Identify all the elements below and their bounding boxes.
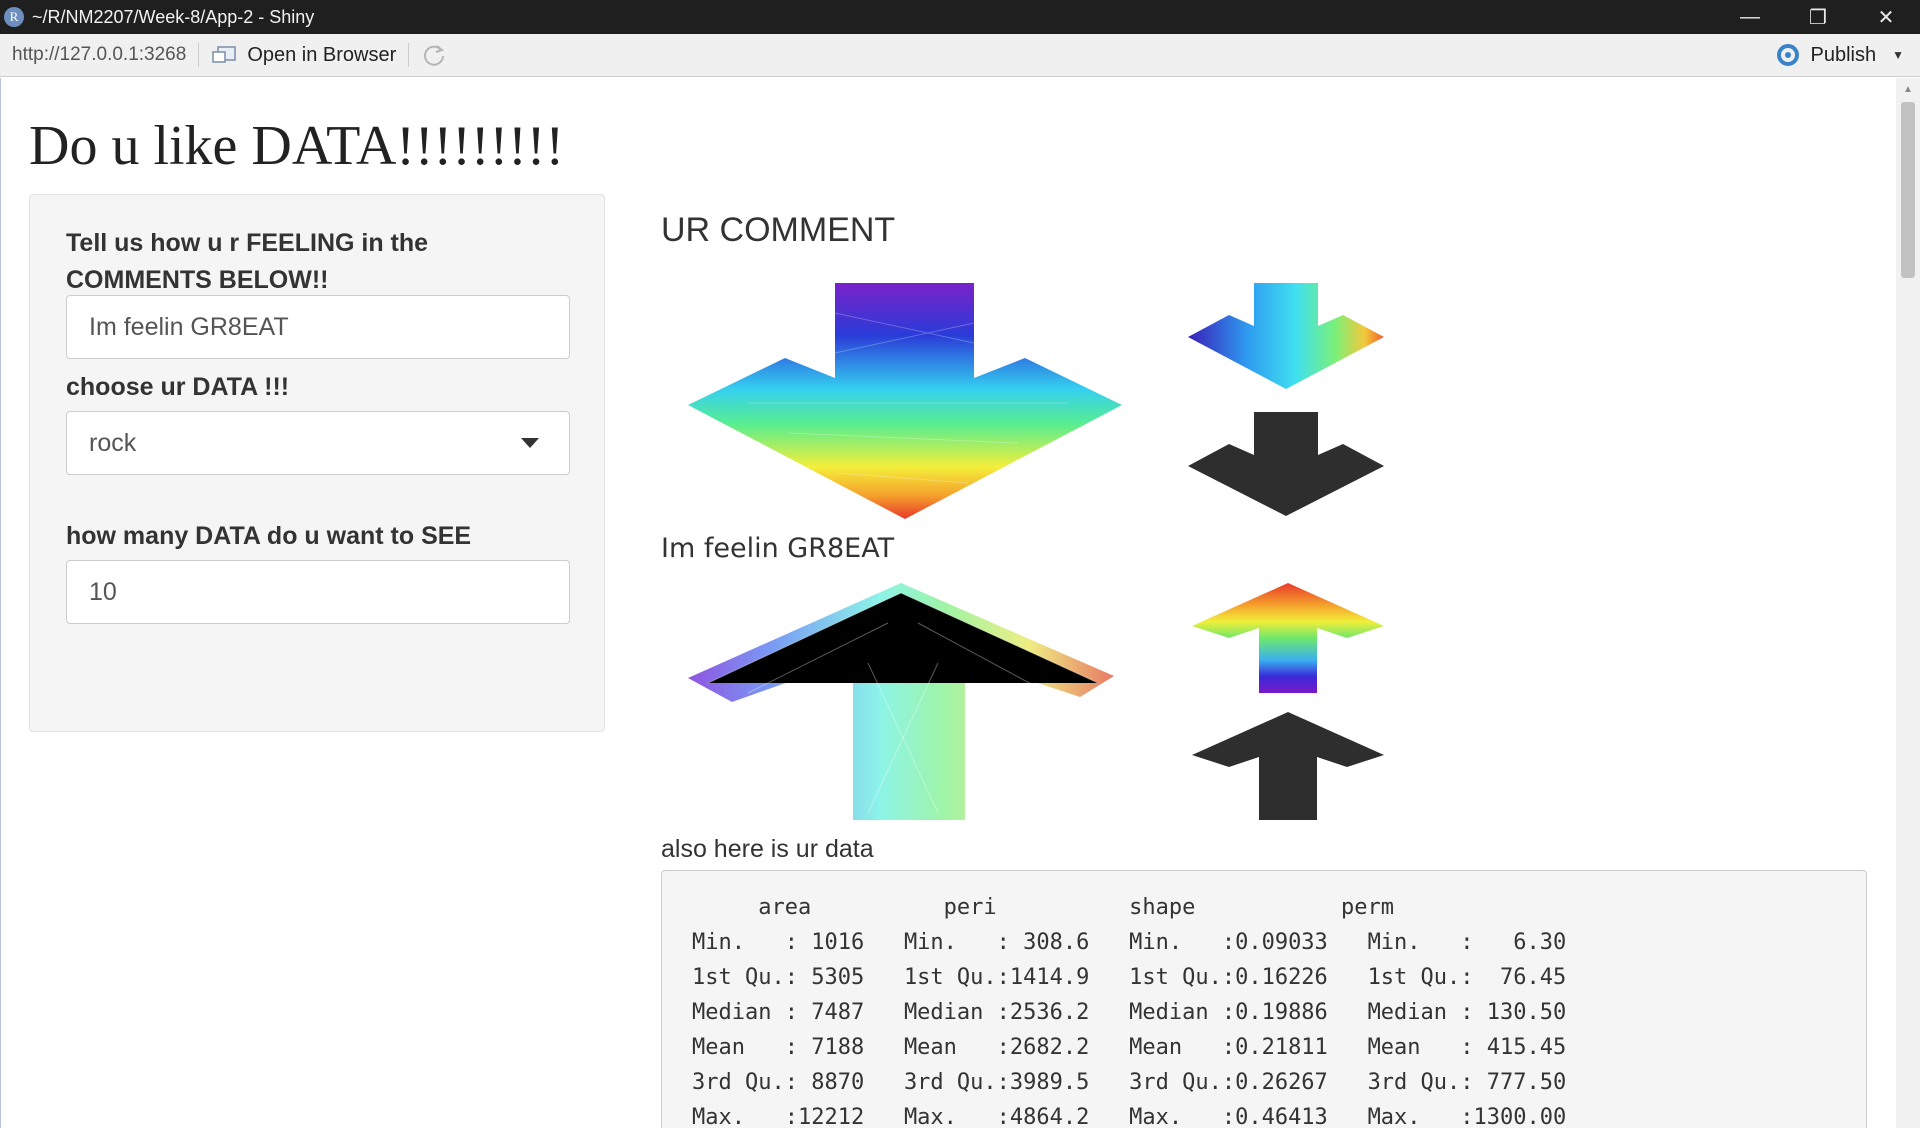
toolbar-separator <box>198 43 200 67</box>
rainbow-down-arrow-image <box>688 283 1122 519</box>
summary-row: Mean : 7188 Mean :2682.2 Mean :0.21811 M… <box>692 1035 1566 1060</box>
summary-cell: Mean :0.21811 <box>1129 1035 1328 1060</box>
chevron-down-icon <box>521 438 539 448</box>
summary-cell: Max. :0.46413 <box>1129 1105 1328 1128</box>
count-input[interactable]: 10 <box>66 560 570 624</box>
window-controls: — ❐ ✕ <box>1716 0 1920 34</box>
small-rainbow-up-arrow-image <box>1192 583 1384 693</box>
refresh-icon[interactable] <box>421 42 447 68</box>
summary-cell: Mean : 7188 <box>692 1035 865 1060</box>
data-summary-output: area peri shape perm Min. : 1016 Min. : … <box>661 870 1867 1128</box>
comment-heading: UR COMMENT <box>661 211 896 249</box>
summary-row: Median : 7487 Median :2536.2 Median :0.1… <box>692 1000 1566 1025</box>
open-browser-icon <box>212 46 237 63</box>
open-in-browser-button[interactable]: Open in Browser <box>211 44 396 67</box>
summary-cell: 1st Qu.:1414.9 <box>903 965 1090 990</box>
summary-cell: Min. :0.09033 <box>1129 930 1328 955</box>
window-titlebar: R ~/R/NM2207/Week-8/App-2 - Shiny — ❐ ✕ <box>0 0 1920 34</box>
summary-cell: Min. : 308.6 <box>903 930 1090 955</box>
summary-cell: Mean : 415.45 <box>1367 1035 1567 1060</box>
dark-down-arrow-image <box>1188 412 1384 516</box>
summary-column-area: area <box>758 895 812 920</box>
url-display[interactable]: http://127.0.0.1:3268 <box>12 44 186 66</box>
summary-row: Max. :12212 Max. :4864.2 Max. :0.46413 M… <box>692 1105 1566 1128</box>
count-label: how many DATA do u want to SEE <box>66 522 472 550</box>
minimize-button[interactable]: — <box>1716 0 1784 34</box>
summary-cell: 3rd Qu.:3989.5 <box>903 1070 1090 1095</box>
publish-label: Publish <box>1810 43 1877 66</box>
sidebar-panel: Tell us how u r FEELING in the COMMENTS … <box>29 194 605 732</box>
data-intro-text: also here is ur data <box>661 835 874 863</box>
close-button[interactable]: ✕ <box>1852 0 1920 34</box>
comment-output: Im feelin GR8EAT <box>661 533 895 564</box>
scroll-up-icon[interactable]: ▲ <box>1903 84 1913 95</box>
summary-column-peri: peri <box>943 895 997 920</box>
summary-cell: Max. :12212 <box>692 1105 865 1128</box>
summary-row: Min. : 1016 Min. : 308.6 Min. :0.09033 M… <box>692 930 1566 955</box>
rstudio-icon: R <box>4 7 24 27</box>
summary-cell: Median : 130.50 <box>1367 1000 1567 1025</box>
summary-cell: Median :0.19886 <box>1129 1000 1328 1025</box>
summary-cell: 3rd Qu.:0.26267 <box>1129 1070 1328 1095</box>
summary-cell: Min. : 6.30 <box>1367 930 1567 955</box>
scrollbar-thumb[interactable] <box>1901 102 1915 278</box>
comment-input[interactable]: Im feelin GR8EAT <box>66 295 570 359</box>
shiny-app-viewport: Do u like DATA!!!!!!!!! Tell us how u r … <box>0 78 1896 1128</box>
chevron-down-icon[interactable]: ▼ <box>1892 48 1904 62</box>
dark-up-arrow-image <box>1192 712 1384 820</box>
summary-row: 1st Qu.: 5305 1st Qu.:1414.9 1st Qu.:0.1… <box>692 965 1566 990</box>
publish-button[interactable]: Publish ▼ <box>1775 42 1904 68</box>
summary-cell: Max. :4864.2 <box>903 1105 1090 1128</box>
dataset-select-value: rock <box>89 428 137 457</box>
summary-cell: Median :2536.2 <box>903 1000 1090 1025</box>
summary-header: area peri shape perm <box>692 895 1394 920</box>
comment-label: Tell us how u r FEELING in the COMMENTS … <box>66 229 429 294</box>
summary-cell: Median : 7487 <box>692 1000 865 1025</box>
summary-column-shape: shape <box>1129 895 1196 920</box>
restore-button[interactable]: ❐ <box>1784 0 1852 34</box>
summary-cell: Min. : 1016 <box>692 930 865 955</box>
summary-cell: 3rd Qu.: 777.50 <box>1367 1070 1567 1095</box>
summary-row: 3rd Qu.: 8870 3rd Qu.:3989.5 3rd Qu.:0.2… <box>692 1070 1566 1095</box>
window-title: ~/R/NM2207/Week-8/App-2 - Shiny <box>32 6 315 27</box>
dataset-select[interactable]: rock <box>66 411 570 475</box>
summary-cell: Max. :1300.00 <box>1367 1105 1567 1128</box>
viewer-toolbar: http://127.0.0.1:3268 Open in Browser Pu… <box>0 34 1920 77</box>
open-in-browser-label: Open in Browser <box>247 43 397 66</box>
small-rainbow-down-arrow-image <box>1188 283 1384 389</box>
summary-cell: Mean :2682.2 <box>903 1035 1090 1060</box>
publish-icon <box>1776 44 1799 66</box>
page-title: Do u like DATA!!!!!!!!! <box>29 115 565 177</box>
vertical-scrollbar[interactable]: ▲ <box>1896 78 1920 1128</box>
rainbow-up-arrow-image <box>688 583 1114 820</box>
summary-column-perm: perm <box>1341 895 1395 920</box>
summary-cell: 1st Qu.:0.16226 <box>1129 965 1328 990</box>
dataset-label: choose ur DATA !!! <box>66 373 290 401</box>
summary-cell: 3rd Qu.: 8870 <box>692 1070 865 1095</box>
toolbar-separator <box>408 43 410 67</box>
summary-cell: 1st Qu.: 5305 <box>692 965 865 990</box>
summary-cell: 1st Qu.: 76.45 <box>1367 965 1567 990</box>
